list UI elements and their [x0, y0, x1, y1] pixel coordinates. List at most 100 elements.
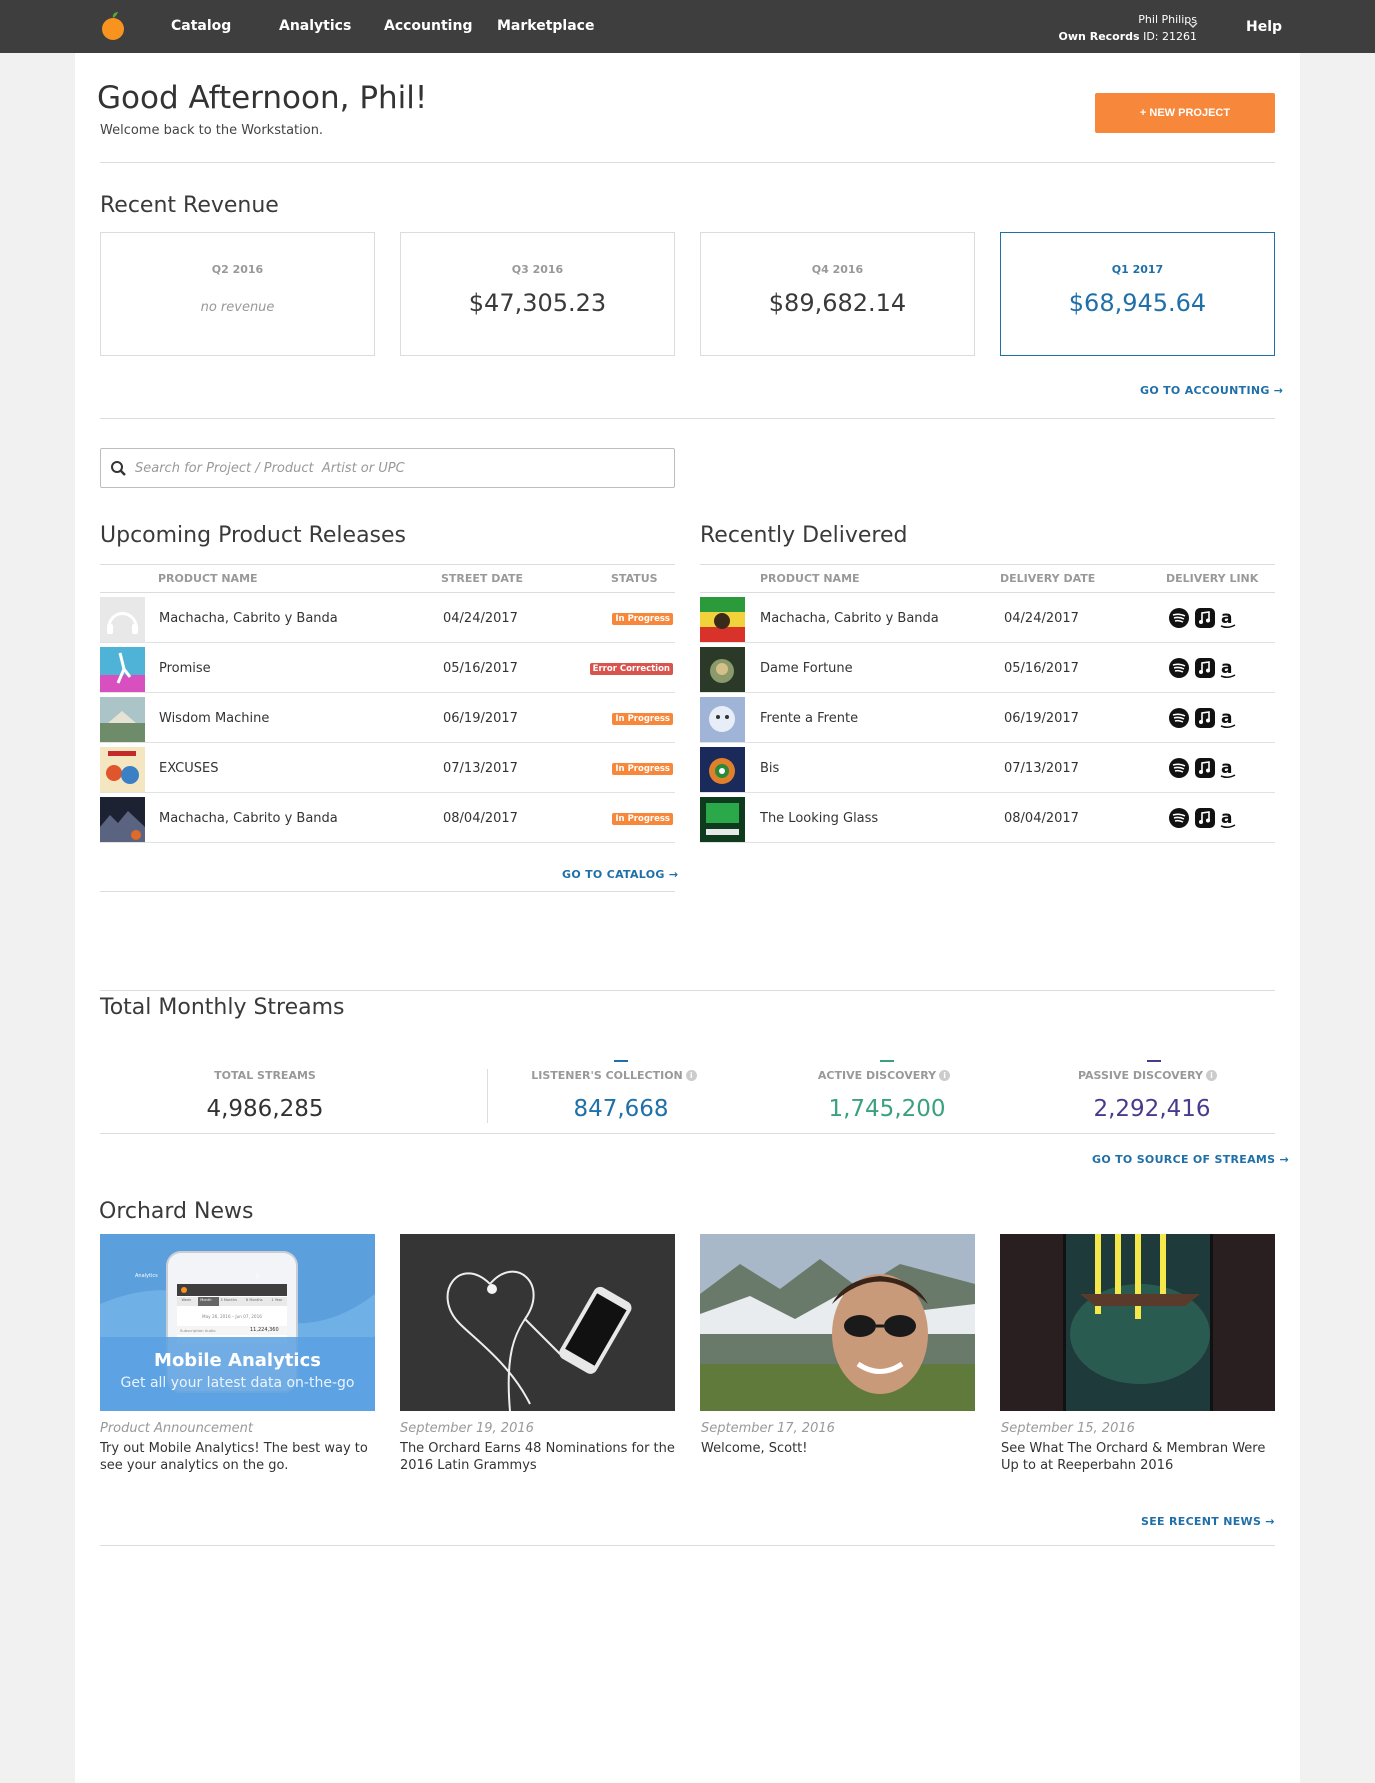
apple-music-icon[interactable]	[1195, 758, 1215, 778]
app-tab: 3 Months	[220, 1298, 237, 1302]
go-to-catalog-link[interactable]: GO TO CATALOG →	[562, 868, 678, 881]
orange-logo-icon[interactable]	[101, 11, 125, 41]
album-art	[700, 747, 745, 792]
apple-music-icon[interactable]	[1195, 608, 1215, 628]
main-panel: Good Afternoon, Phil! Welcome back to th…	[75, 53, 1300, 1783]
news-headline[interactable]: Try out Mobile Analytics! The best way t…	[100, 1440, 375, 1474]
news-headline[interactable]: Welcome, Scott!	[701, 1440, 976, 1457]
table-row[interactable]: Machacha, Cabrito y Banda 04/24/2017 a	[700, 593, 1275, 643]
product-name[interactable]: Bis	[760, 761, 779, 776]
info-icon[interactable]: i	[939, 1070, 951, 1081]
app-row-value: 11,224,360	[250, 1327, 279, 1333]
news-headline[interactable]: The Orchard Earns 48 Nominations for the…	[400, 1440, 675, 1474]
news-title: Orchard News	[99, 1199, 254, 1224]
revenue-card-q1-2017[interactable]: Q1 2017 $68,945.64	[1000, 232, 1275, 356]
product-name[interactable]: Machacha, Cabrito y Banda	[159, 811, 338, 826]
amazon-icon[interactable]: a	[1220, 608, 1236, 629]
go-to-accounting-link[interactable]: GO TO ACCOUNTING →	[1140, 384, 1283, 397]
banner-overlay	[100, 1337, 375, 1411]
search-icon: ⚲	[255, 1273, 260, 1280]
product-name[interactable]: Frente a Frente	[760, 711, 858, 726]
spotify-icon[interactable]	[1169, 608, 1189, 628]
revenue-card-q4-2016[interactable]: Q4 2016 $89,682.14	[700, 232, 975, 356]
news-image-latin-grammys[interactable]	[400, 1234, 675, 1411]
info-icon[interactable]: i	[685, 1070, 697, 1081]
product-name[interactable]: Dame Fortune	[760, 661, 853, 676]
nav-marketplace[interactable]: Marketplace	[497, 18, 594, 34]
search-box[interactable]	[100, 448, 675, 488]
table-row[interactable]: Wisdom Machine 06/19/2017 In Progress	[100, 693, 675, 743]
nav-analytics[interactable]: Analytics	[279, 18, 351, 34]
product-name[interactable]: Machacha, Cabrito y Banda	[760, 611, 939, 626]
see-recent-news-link[interactable]: SEE RECENT NEWS →	[1141, 1515, 1275, 1528]
app-tab: 1 Year	[271, 1298, 283, 1302]
account-label: Own Records	[1058, 30, 1140, 43]
table-row[interactable]: Machacha, Cabrito y Banda 04/24/2017 In …	[100, 593, 675, 643]
album-art	[700, 647, 745, 692]
col-product-name[interactable]: PRODUCT NAME	[158, 572, 258, 585]
user-account-menu[interactable]: Phil Philips Own Records ID: 21261	[1059, 11, 1197, 45]
apple-music-icon[interactable]	[1195, 808, 1215, 828]
col-status[interactable]: STATUS	[611, 572, 658, 585]
table-row[interactable]: Frente a Frente 06/19/2017 a	[700, 693, 1275, 743]
news-headline[interactable]: See What The Orchard & Membran Were Up t…	[1001, 1440, 1276, 1474]
spotify-icon[interactable]	[1169, 758, 1189, 778]
go-to-source-of-streams-link[interactable]: GO TO SOURCE OF STREAMS →	[1092, 1153, 1289, 1166]
divider	[100, 162, 1275, 163]
table-row[interactable]: Promise 05/16/2017 Error Correction	[100, 643, 675, 693]
spotify-icon[interactable]	[1169, 708, 1189, 728]
revenue-quarter: Q3 2016	[511, 263, 564, 276]
news-image-mobile-analytics[interactable]: Analytics ⚲ Week Month 3 Months 6 Months…	[100, 1234, 375, 1411]
col-street-date[interactable]: STREET DATE	[441, 572, 523, 585]
amazon-icon[interactable]: a	[1220, 708, 1236, 729]
news-image-reeperbahn[interactable]	[1000, 1234, 1275, 1411]
delivery-date: 04/24/2017	[1004, 611, 1079, 626]
table-row[interactable]: The Looking Glass 08/04/2017 a	[700, 793, 1275, 843]
help-link[interactable]: Help	[1246, 19, 1282, 35]
delivery-link-icons: a	[1169, 658, 1236, 679]
stat-value-total: 4,986,285	[206, 1096, 324, 1122]
welcome-text: Welcome back to the Workstation.	[100, 123, 324, 138]
apple-music-icon[interactable]	[1195, 658, 1215, 678]
col-delivery-date[interactable]: DELIVERY DATE	[1000, 572, 1095, 585]
info-icon[interactable]: i	[1206, 1070, 1217, 1081]
product-name[interactable]: Machacha, Cabrito y Banda	[159, 611, 338, 626]
series-swatch-active	[880, 1060, 894, 1062]
revenue-card-q3-2016[interactable]: Q3 2016 $47,305.23	[400, 232, 675, 356]
col-product-name[interactable]: PRODUCT NAME	[760, 572, 860, 585]
table-top-line	[100, 564, 675, 565]
revenue-value: $68,945.64	[1068, 289, 1207, 317]
amazon-icon[interactable]: a	[1220, 808, 1236, 829]
stat-label-text: LISTENER'S COLLECTION	[531, 1069, 683, 1082]
series-swatch-passive	[1147, 1060, 1161, 1062]
col-delivery-link[interactable]: DELIVERY LINK	[1166, 572, 1258, 585]
app-tab: Week	[181, 1298, 192, 1302]
product-name[interactable]: Wisdom Machine	[159, 711, 269, 726]
nav-accounting[interactable]: Accounting	[384, 18, 472, 34]
news-image-welcome-scott[interactable]	[700, 1234, 975, 1411]
table-row[interactable]: Bis 07/13/2017 a	[700, 743, 1275, 793]
app-row-label: Subscription Audio	[180, 1328, 216, 1333]
table-row[interactable]: Machacha, Cabrito y Banda 08/04/2017 In …	[100, 793, 675, 843]
svg-text:a: a	[1221, 808, 1232, 828]
new-project-button[interactable]: + NEW PROJECT	[1095, 93, 1275, 133]
chevron-down-icon[interactable]	[1186, 18, 1200, 32]
app-date-range: May 26, 2016 – Jun 07, 2016	[202, 1314, 262, 1319]
search-input[interactable]	[135, 457, 655, 479]
amazon-icon[interactable]: a	[1220, 658, 1236, 679]
delivery-date: 08/04/2017	[1004, 811, 1079, 826]
stat-divider	[487, 1069, 488, 1123]
spotify-icon[interactable]	[1169, 658, 1189, 678]
stat-value-listeners: 847,668	[573, 1096, 669, 1122]
table-row[interactable]: EXCUSES 07/13/2017 In Progress	[100, 743, 675, 793]
amazon-icon[interactable]: a	[1220, 758, 1236, 779]
spotify-icon[interactable]	[1169, 808, 1189, 828]
table-row[interactable]: Dame Fortune 05/16/2017 a	[700, 643, 1275, 693]
apple-music-icon[interactable]	[1195, 708, 1215, 728]
product-name[interactable]: EXCUSES	[159, 761, 218, 776]
product-name[interactable]: Promise	[159, 661, 211, 676]
product-name[interactable]: The Looking Glass	[760, 811, 878, 826]
stat-label-text: ACTIVE DISCOVERY	[817, 1069, 937, 1082]
nav-catalog[interactable]: Catalog	[171, 18, 231, 34]
revenue-card-q2-2016[interactable]: Q2 2016 no revenue	[100, 232, 375, 356]
